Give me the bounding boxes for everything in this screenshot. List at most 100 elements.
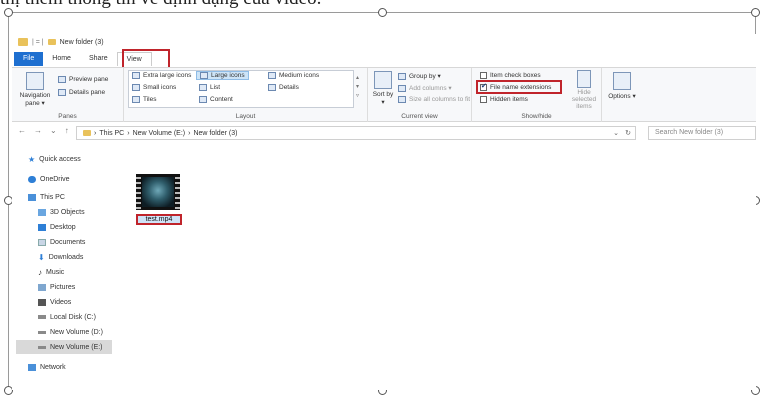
recent-chevron-icon[interactable]: ⌄ xyxy=(50,126,57,135)
document-icon xyxy=(38,238,46,246)
item-check-boxes-checkbox[interactable] xyxy=(480,72,487,79)
view-tab-highlight xyxy=(122,49,170,69)
large-icons-option[interactable]: Large icons xyxy=(196,71,249,80)
tiles-label: Tiles xyxy=(143,96,157,103)
item-check-boxes-label: Item check boxes xyxy=(490,72,541,79)
content-label: Content xyxy=(210,96,233,103)
video-thumbnail-icon[interactable] xyxy=(136,174,180,210)
breadcrumb-new-volume-e[interactable]: New Volume (E:) xyxy=(133,130,186,137)
cube-icon xyxy=(38,208,46,216)
back-arrow-icon[interactable]: ← xyxy=(18,126,26,135)
video-frame xyxy=(142,177,174,207)
group-by-button[interactable]: Group by ▾ xyxy=(398,72,441,80)
folder-icon xyxy=(47,39,56,45)
forward-arrow-icon[interactable]: → xyxy=(34,126,42,135)
drive-icon xyxy=(38,315,46,319)
resize-handle-top-right[interactable] xyxy=(751,8,760,17)
sidebar-item-3d-objects[interactable]: 3D Objects xyxy=(38,205,85,219)
film-strip-left xyxy=(136,174,141,210)
sidebar-item-documents[interactable]: Documents xyxy=(38,235,85,249)
navigation-pane-icon xyxy=(26,72,44,90)
breadcrumb-new-folder-3[interactable]: New folder (3) xyxy=(193,130,237,137)
sidebar-item-new-volume-e[interactable]: New Volume (E:) xyxy=(16,340,112,354)
details-icon xyxy=(268,84,276,91)
group-by-label: Group by ▾ xyxy=(409,73,441,80)
layout-group: Extra large icons Large icons Medium ico… xyxy=(124,68,368,122)
breadcrumb-this-pc[interactable]: This PC xyxy=(99,130,124,137)
star-icon: ★ xyxy=(28,154,36,164)
sidebar-item-desktop[interactable]: Desktop xyxy=(38,220,76,234)
options-icon xyxy=(613,72,631,90)
up-arrow-icon[interactable]: ↑ xyxy=(65,126,69,135)
sidebar-item-onedrive[interactable]: OneDrive xyxy=(28,172,70,186)
quick-access-toolbar[interactable]: | = | xyxy=(32,39,44,46)
breadcrumb-separator: › xyxy=(127,129,130,137)
resize-handle-top-left[interactable] xyxy=(4,8,13,17)
hidden-items-toggle[interactable]: Hidden items xyxy=(480,96,528,103)
refresh-icon[interactable]: ↻ xyxy=(625,129,631,137)
sidebar-item-pictures[interactable]: Pictures xyxy=(38,280,75,294)
tiles-option[interactable]: Tiles xyxy=(132,96,156,103)
content-icon xyxy=(199,96,207,103)
tab-share[interactable]: Share xyxy=(80,52,117,66)
list-label: List xyxy=(210,84,221,91)
sidebar-item-label: Network xyxy=(40,363,66,371)
cloud-icon xyxy=(28,175,36,183)
extra-large-icons-option[interactable]: Extra large icons xyxy=(132,72,191,79)
details-pane-button[interactable]: Details pane xyxy=(58,89,105,96)
preview-pane-button[interactable]: Preview pane xyxy=(58,76,108,83)
desktop-icon xyxy=(38,223,46,231)
medium-icons-icon xyxy=(268,72,276,79)
file-name-label[interactable]: test.mp4 xyxy=(136,214,182,225)
content-option[interactable]: Content xyxy=(199,96,233,103)
navigation-pane-label: Navigation pane ▾ xyxy=(19,92,51,107)
resize-handle-top-center[interactable] xyxy=(378,8,387,17)
pictures-icon xyxy=(38,283,46,291)
address-bar[interactable]: › This PC › New Volume (E:) › New folder… xyxy=(76,126,636,140)
sidebar-item-network[interactable]: Network xyxy=(28,360,66,374)
item-check-boxes-toggle[interactable]: Item check boxes xyxy=(480,72,541,79)
sort-by-button[interactable]: Sort by ▾ xyxy=(372,71,394,106)
search-input[interactable]: Search New folder (3) xyxy=(648,126,756,140)
sidebar-item-label: OneDrive xyxy=(40,175,70,183)
details-option[interactable]: Details xyxy=(268,84,299,91)
tab-file[interactable]: File xyxy=(14,52,44,66)
sidebar-item-videos[interactable]: Videos xyxy=(38,295,71,309)
folder-icon xyxy=(18,38,28,46)
sidebar-item-label: Desktop xyxy=(50,223,76,231)
extra-large-icons-label: Extra large icons xyxy=(143,72,192,79)
hide-selected-items-button[interactable]: Hide selected items xyxy=(568,70,600,110)
sidebar-item-downloads[interactable]: ⬇ Downloads xyxy=(38,250,83,264)
sidebar-item-new-volume-d[interactable]: New Volume (D:) xyxy=(38,325,103,339)
sidebar-item-label: Pictures xyxy=(50,283,76,291)
sidebar-item-this-pc[interactable]: This PC xyxy=(28,190,65,204)
sidebar-item-local-disk-c[interactable]: Local Disk (C:) xyxy=(38,310,96,324)
file-list: test.mp4 xyxy=(122,152,756,390)
options-label: Options ▾ xyxy=(608,93,636,100)
medium-icons-label: Medium icons xyxy=(279,72,320,79)
show-hide-group: Item check boxes File name extensions Hi… xyxy=(472,68,602,122)
hidden-items-checkbox[interactable] xyxy=(480,96,487,103)
layout-scroll-icon[interactable]: ▴ ▾ ▿ xyxy=(356,74,359,101)
options-button[interactable]: Options ▾ xyxy=(608,72,636,100)
computer-icon xyxy=(28,193,36,201)
sidebar-item-quick-access[interactable]: ★ Quick access xyxy=(28,152,81,166)
size-all-columns-button[interactable]: Size all columns to fit xyxy=(398,96,470,103)
list-option[interactable]: List xyxy=(199,84,220,91)
hide-selected-label: Hide selected items xyxy=(571,89,597,110)
small-icons-option[interactable]: Small icons xyxy=(132,84,176,91)
panes-group-label: Panes xyxy=(58,113,77,120)
medium-icons-option[interactable]: Medium icons xyxy=(268,72,319,79)
preview-pane-icon xyxy=(58,76,66,83)
extra-large-icons-icon xyxy=(132,72,140,79)
layout-group-label: Layout xyxy=(235,113,256,120)
tab-home[interactable]: Home xyxy=(43,52,80,66)
address-dropdown-icon[interactable]: ⌄ xyxy=(613,129,619,137)
navigation-pane-button[interactable]: Navigation pane ▾ xyxy=(20,72,50,107)
details-pane-label: Details pane xyxy=(69,89,106,96)
sidebar-item-music[interactable]: ♪ Music xyxy=(38,265,64,279)
small-icons-label: Small icons xyxy=(143,84,177,91)
preview-pane-label: Preview pane xyxy=(69,76,109,83)
add-columns-button[interactable]: Add columns ▾ xyxy=(398,84,452,92)
sidebar-item-label: This PC xyxy=(40,193,65,201)
